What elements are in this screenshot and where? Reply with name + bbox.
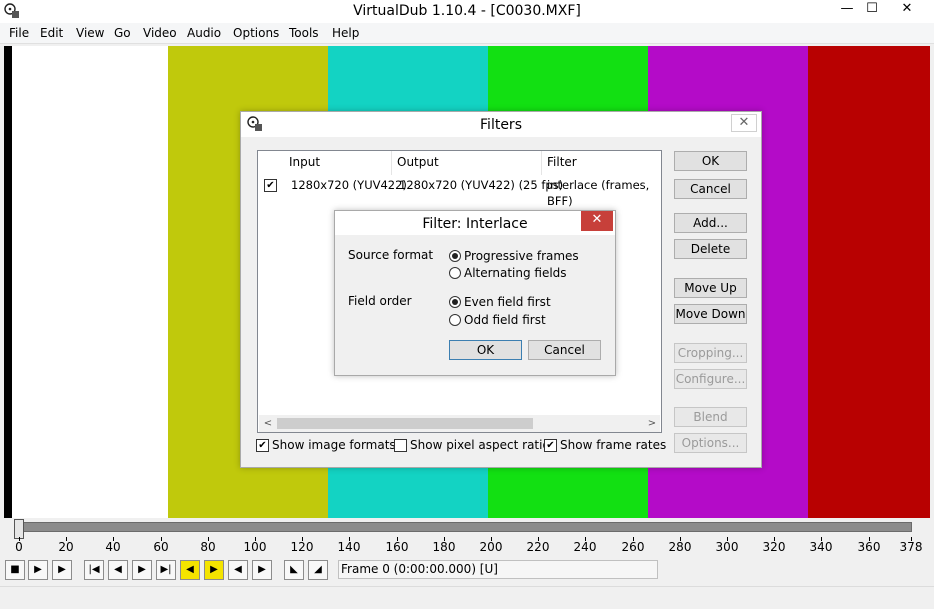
timeline-tick-label: 0: [15, 540, 23, 554]
play-input-icon[interactable]: ▶: [28, 560, 48, 580]
step-back-icon[interactable]: ◀: [108, 560, 128, 580]
prev-keyframe-icon[interactable]: ◀: [180, 560, 200, 580]
even-field-first-radio[interactable]: [449, 296, 461, 308]
timeline-tick-label: 100: [243, 540, 267, 554]
filters-title: Filters: [480, 117, 522, 133]
cropping-button[interactable]: Cropping...: [674, 343, 747, 363]
show-pixel-aspect-ratios-label[interactable]: Show pixel aspect ratios: [410, 438, 556, 452]
blend-button[interactable]: Blend: [674, 407, 747, 427]
next-keyframe-icon[interactable]: ▶: [204, 560, 224, 580]
timeline-tick-label: 180: [432, 540, 456, 554]
color-bar-white: [12, 46, 168, 518]
timeline-tick-label: 240: [573, 540, 597, 554]
position-slider-thumb[interactable]: [14, 519, 24, 539]
mark-out-icon[interactable]: ◢: [308, 560, 328, 580]
position-track[interactable]: [14, 522, 912, 532]
timeline-tick-label: 360: [857, 540, 881, 554]
status-bar: [0, 586, 934, 609]
row-filter[interactable]: interlace (frames, BFF): [547, 177, 661, 209]
field-order-label: Field order: [348, 294, 412, 308]
show-frame-rates-label[interactable]: Show frame rates: [560, 438, 666, 452]
timeline-tick-label: 140: [337, 540, 361, 554]
alternating-fields-label[interactable]: Alternating fields: [464, 266, 567, 280]
filter-enable-checkbox[interactable]: ✔: [264, 179, 277, 192]
go-start-icon[interactable]: |◀: [84, 560, 104, 580]
timeline-tick-label: 260: [621, 540, 645, 554]
interlace-title: Filter: Interlace: [422, 216, 528, 232]
horizontal-scrollbar[interactable]: < >: [259, 415, 660, 432]
scene-back-icon[interactable]: ◀: [228, 560, 248, 580]
timeline-tick-label: 200: [479, 540, 503, 554]
timeline-tick-label: 120: [290, 540, 314, 554]
even-field-first-label[interactable]: Even field first: [464, 295, 551, 309]
cancel-button[interactable]: Cancel: [674, 179, 747, 199]
show-frame-rates-checkbox[interactable]: ✔: [544, 439, 557, 452]
timeline-tick-label: 320: [762, 540, 786, 554]
play-output-icon[interactable]: ▶: [52, 560, 72, 580]
show-image-formats-label[interactable]: Show image formats: [272, 438, 396, 452]
menu-video[interactable]: Video: [143, 25, 177, 41]
step-forward-icon[interactable]: ▶: [132, 560, 152, 580]
menu-view[interactable]: View: [76, 25, 104, 41]
timeline-tick-label: 40: [105, 540, 121, 554]
progressive-frames-label[interactable]: Progressive frames: [464, 249, 579, 263]
filters-close-button[interactable]: ✕: [731, 114, 757, 132]
window-title: VirtualDub 1.10.4 - [C0030.MXF]: [353, 3, 581, 19]
menu-go[interactable]: Go: [114, 25, 131, 41]
delete-button[interactable]: Delete: [674, 239, 747, 259]
timeline-tick-label: 280: [668, 540, 692, 554]
maximize-button[interactable]: ☐: [857, 0, 887, 20]
close-button[interactable]: ✕: [884, 0, 930, 20]
menu-audio[interactable]: Audio: [187, 25, 221, 41]
options-button[interactable]: Options...: [674, 433, 747, 453]
row-output[interactable]: 1280x720 (YUV422) (25 fps): [399, 177, 563, 193]
interlace-cancel-button[interactable]: Cancel: [528, 340, 601, 360]
color-bar-red: [808, 46, 930, 518]
column-output[interactable]: Output: [392, 151, 542, 175]
ok-button[interactable]: OK: [674, 151, 747, 171]
menu-help[interactable]: Help: [332, 25, 359, 41]
title-bar: VirtualDub 1.10.4 - [C0030.MXF] — ☐ ✕: [0, 0, 934, 23]
stop-icon[interactable]: ■: [5, 560, 25, 580]
source-format-label: Source format: [348, 248, 434, 262]
configure-button[interactable]: Configure...: [674, 369, 747, 389]
timeline-tick-label: 160: [385, 540, 409, 554]
timeline-tick-label: 220: [526, 540, 550, 554]
odd-field-first-label[interactable]: Odd field first: [464, 313, 546, 327]
row-input[interactable]: 1280x720 (YUV422): [291, 177, 407, 193]
progressive-frames-radio[interactable]: [449, 250, 461, 262]
timeline-tick-label: 340: [809, 540, 833, 554]
timeline-tick-label: 60: [153, 540, 169, 554]
add-button[interactable]: Add...: [674, 213, 747, 233]
scene-forward-icon[interactable]: ▶: [252, 560, 272, 580]
menu-tools[interactable]: Tools: [289, 25, 319, 41]
column-input[interactable]: Input: [284, 151, 392, 175]
move-up-button[interactable]: Move Up: [674, 278, 747, 298]
timeline-tick-label: 20: [58, 540, 74, 554]
menu-options[interactable]: Options: [233, 25, 279, 41]
timeline-tick-label: 80: [200, 540, 216, 554]
show-image-formats-checkbox[interactable]: ✔: [256, 439, 269, 452]
timeline-tick-label: 378: [899, 540, 923, 554]
scroll-right-icon[interactable]: >: [645, 417, 659, 431]
interlace-close-button[interactable]: ✕: [581, 211, 613, 231]
show-pixel-aspect-ratios-checkbox[interactable]: [394, 439, 407, 452]
column-filter[interactable]: Filter: [542, 151, 661, 175]
move-down-button[interactable]: Move Down: [674, 304, 747, 324]
odd-field-first-radio[interactable]: [449, 314, 461, 326]
menu-edit[interactable]: Edit: [40, 25, 63, 41]
menu-file[interactable]: File: [9, 25, 29, 41]
alternating-fields-radio[interactable]: [449, 267, 461, 279]
menu-bar: File Edit View Go Video Audio Options To…: [0, 23, 934, 44]
interlace-ok-button[interactable]: OK: [449, 340, 522, 360]
scroll-left-icon[interactable]: <: [261, 417, 275, 431]
frame-status-readout: Frame 0 (0:00:00.000) [U]: [338, 560, 658, 579]
interlace-dialog: Filter: Interlace ✕ Source format Progre…: [334, 210, 616, 376]
go-end-icon[interactable]: ▶|: [156, 560, 176, 580]
timeline-tick-label: 300: [715, 540, 739, 554]
mark-in-icon[interactable]: ◣: [284, 560, 304, 580]
scroll-thumb[interactable]: [277, 418, 533, 429]
